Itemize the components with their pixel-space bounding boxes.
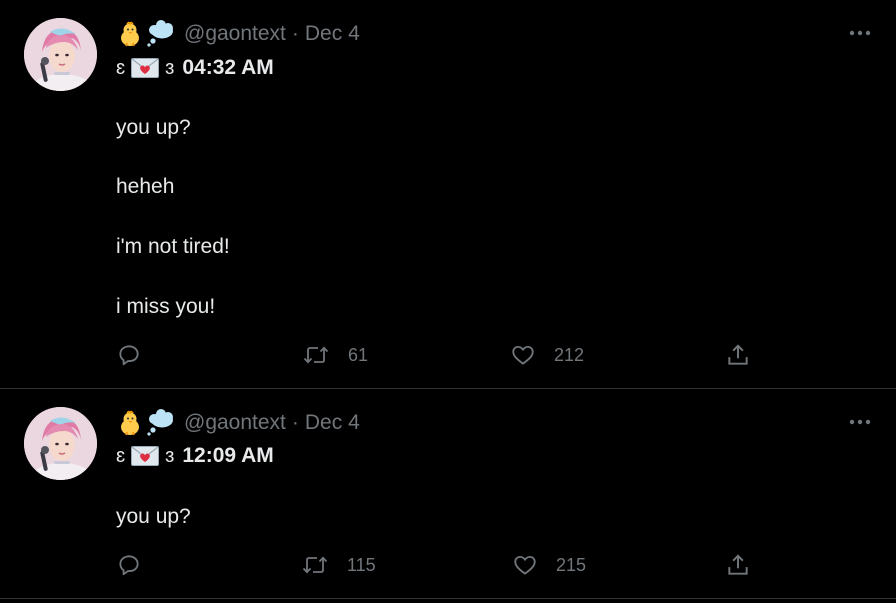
name-bracket-left: ɛ (116, 56, 126, 79)
tweet-header: @gaontext · Dec 4 (116, 20, 360, 48)
more-button[interactable] (848, 413, 872, 431)
name-bracket-right: ɜ (165, 444, 175, 467)
tweet-text-line: i'm not tired! (116, 235, 230, 258)
display-name[interactable]: ɛ ɜ 04:32 AM (116, 54, 274, 82)
tweet-header: @gaontext · Dec 4 (116, 409, 360, 437)
more-button[interactable] (848, 24, 872, 42)
like-button[interactable]: 212 (510, 341, 584, 369)
display-name[interactable]: ɛ ɜ 12:09 AM (116, 442, 274, 470)
tweet-handle[interactable]: @gaontext (184, 411, 286, 435)
tweet-text-line: you up? (116, 116, 191, 139)
retweet-button[interactable]: 61 (302, 341, 368, 369)
share-icon (728, 554, 748, 575)
separator: · (291, 22, 299, 45)
tweet-text-line: i miss you! (116, 295, 216, 318)
thought-balloon-icon (147, 409, 173, 436)
avatar-image (24, 407, 97, 480)
share-icon (728, 344, 748, 365)
separator: · (291, 411, 299, 434)
thought-balloon-icon (147, 20, 173, 47)
love-letter-icon (131, 446, 160, 466)
reply-button[interactable] (116, 551, 142, 579)
name-time: 04:32 AM (182, 56, 274, 79)
share-button[interactable] (725, 341, 751, 369)
baby-chick-icon (121, 410, 139, 436)
avatar[interactable] (24, 18, 97, 91)
name-bracket-left: ɛ (116, 444, 126, 467)
baby-chick-icon (121, 21, 139, 47)
tweet-handle[interactable]: @gaontext (184, 22, 286, 46)
retweet-button[interactable]: 115 (301, 551, 376, 579)
tweet[interactable]: @gaontext · Dec 4 ɛ ɜ 04:32 AM you up? h… (0, 0, 896, 389)
heart-icon (512, 345, 534, 365)
more-icon (849, 419, 871, 425)
tweet-actions: 61 212 (116, 341, 756, 369)
tweet-text-line: heheh (116, 175, 175, 198)
tweet-date[interactable]: Dec 4 (305, 411, 360, 435)
avatar[interactable] (24, 407, 97, 480)
reply-button[interactable] (116, 341, 142, 369)
avatar-image (24, 18, 97, 91)
more-icon (849, 30, 871, 36)
like-count: 212 (554, 344, 585, 365)
retweet-count: 61 (348, 344, 369, 365)
tweet-text-line: you up? (116, 505, 191, 528)
name-time: 12:09 AM (182, 444, 274, 467)
name-bracket-right: ɜ (165, 56, 175, 79)
tweet[interactable]: @gaontext · Dec 4 ɛ ɜ 12:09 AM you up? 1… (0, 389, 896, 599)
reply-icon (119, 345, 139, 366)
retweet-icon (302, 556, 328, 574)
love-letter-icon (131, 58, 160, 78)
tweet-date[interactable]: Dec 4 (305, 22, 360, 46)
retweet-icon (303, 346, 329, 364)
reply-icon (119, 555, 139, 576)
like-count: 215 (556, 554, 587, 575)
heart-icon (514, 555, 536, 575)
tweet-actions: 115 215 (116, 551, 756, 579)
retweet-count: 115 (347, 554, 376, 575)
like-button[interactable]: 215 (512, 551, 586, 579)
share-button[interactable] (725, 551, 751, 579)
